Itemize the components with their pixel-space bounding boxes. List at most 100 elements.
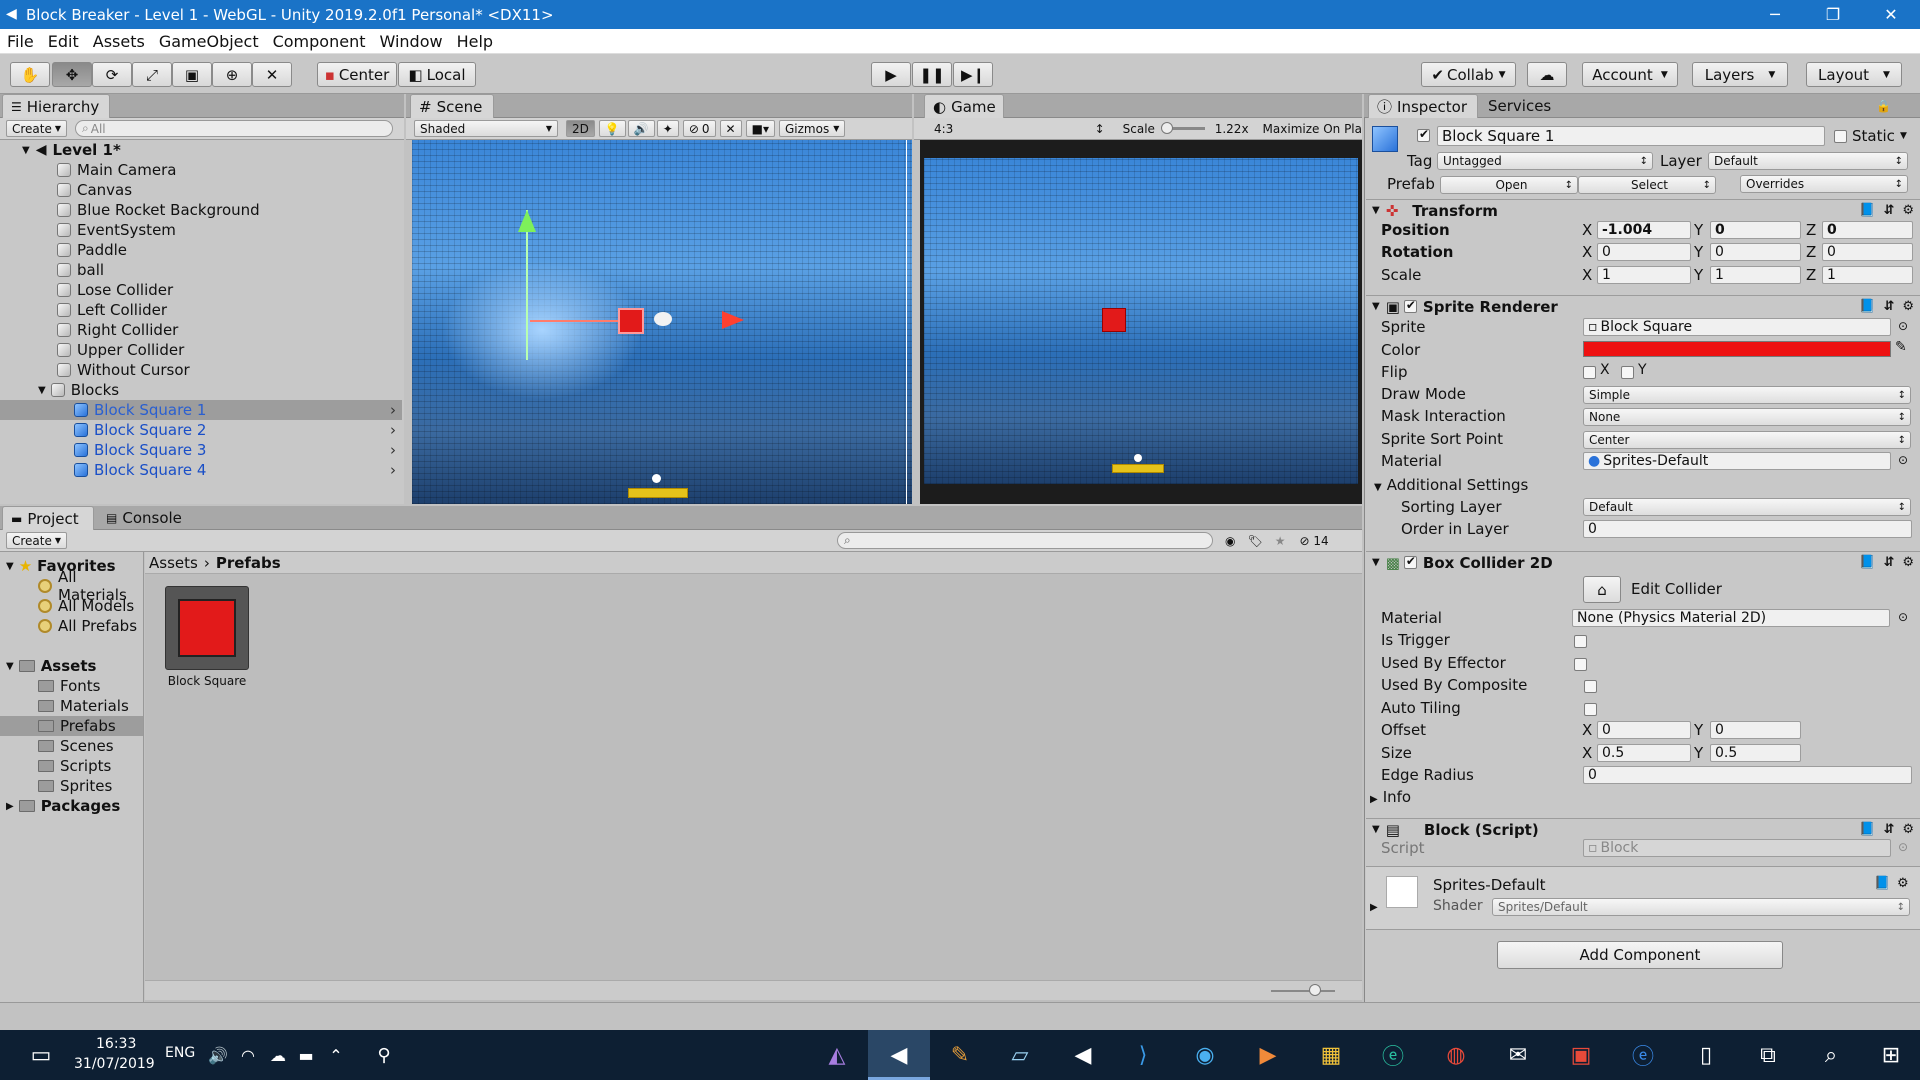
transform-tool-icon[interactable]: ⊕	[212, 62, 252, 87]
step-button[interactable]: ▶❙	[953, 62, 993, 87]
block-square-sprite[interactable]	[618, 308, 644, 334]
tools-toggle-icon[interactable]: ✕	[719, 120, 742, 137]
offset-x-field[interactable]: 0	[1597, 721, 1691, 739]
hierarchy-search-input[interactable]: ⌕ All	[75, 120, 394, 137]
tab-inspector[interactable]: ⓘ Inspector	[1368, 94, 1478, 118]
size-x-field[interactable]: 0.5	[1597, 744, 1691, 762]
language-indicator[interactable]: ENG	[165, 1045, 195, 1061]
menu-window[interactable]: Window	[372, 32, 449, 51]
list-item[interactable]: Right Collider	[0, 320, 402, 340]
gear-icon[interactable]: ⚙	[1902, 203, 1914, 218]
asset-thumbnail[interactable]	[165, 586, 249, 670]
prefab-open-button[interactable]: Open	[1440, 176, 1578, 194]
move-gizmo-y-axis[interactable]	[526, 210, 528, 360]
account-dropdown[interactable]: Account ▼	[1582, 62, 1678, 87]
tab-hierarchy[interactable]: ☰ Hierarchy	[2, 94, 110, 118]
battery-icon[interactable]: ▬	[291, 1040, 321, 1070]
scale-y-field[interactable]: 1	[1710, 266, 1801, 284]
transform-header[interactable]: ▼ ✜ Transform 📘 ⇵ ⚙	[1366, 199, 1920, 221]
chrome-icon[interactable]: ◍	[1441, 1040, 1471, 1070]
slider-thumb-icon[interactable]	[1309, 984, 1321, 996]
list-item[interactable]: Blue Rocket Background	[0, 200, 402, 220]
object-picker-icon[interactable]: ⊙	[1898, 453, 1908, 467]
gift-icon[interactable]: ▣	[1566, 1040, 1596, 1070]
sprite-field[interactable]: ▫ Block Square	[1583, 318, 1891, 336]
static-checkbox[interactable]	[1834, 130, 1847, 143]
list-item[interactable]: Paddle	[0, 240, 402, 260]
position-z-field[interactable]: 0	[1822, 221, 1913, 239]
gear-icon[interactable]: ⚙	[1902, 299, 1914, 314]
paint-icon[interactable]: ✎	[945, 1040, 975, 1070]
collab-dropdown[interactable]: ✔ Collab ▼	[1421, 62, 1516, 87]
list-item[interactable]: Block Square 4 ›	[0, 460, 402, 480]
prefab-select-button[interactable]: Select	[1578, 176, 1716, 194]
wifi-icon[interactable]: ◠	[233, 1040, 263, 1070]
gizmo-arrow-up-icon[interactable]	[518, 210, 536, 232]
vscode-icon[interactable]: ⟩	[1128, 1040, 1158, 1070]
gear-icon[interactable]: ⚙	[1902, 555, 1914, 570]
rotation-y-field[interactable]: 0	[1710, 243, 1801, 261]
list-item[interactable]: ball	[0, 260, 402, 280]
list-item[interactable]: Scenes	[38, 736, 114, 756]
notification-icon[interactable]: ▭	[26, 1040, 56, 1070]
layers-dropdown[interactable]: Layers ▼	[1692, 62, 1788, 87]
effects-toggle-icon[interactable]: ✦	[656, 120, 679, 137]
list-item[interactable]: All Models	[38, 596, 134, 616]
rect-tool-icon[interactable]: ▣	[172, 62, 212, 87]
gizmo-arrow-right-icon[interactable]	[722, 311, 744, 329]
help-book-icon[interactable]: 📘	[1859, 299, 1875, 314]
edge-icon[interactable]: ⓔ	[1628, 1040, 1658, 1070]
gear-icon[interactable]: ⚙	[1902, 822, 1914, 837]
lighting-toggle-icon[interactable]: 💡	[598, 120, 626, 137]
thumbnail-size-slider[interactable]	[1271, 990, 1335, 992]
rotate-tool-icon[interactable]: ⟳	[92, 62, 132, 87]
sorting-layer-dropdown[interactable]: Default	[1583, 498, 1911, 516]
sprite-renderer-header[interactable]: ▼ ▣ Sprite Renderer 📘⇵⚙	[1366, 295, 1920, 317]
edge-radius-field[interactable]: 0	[1583, 766, 1912, 784]
favorite-star-icon[interactable]: ★	[1275, 534, 1286, 548]
mask-interaction-dropdown[interactable]: None	[1583, 408, 1911, 426]
windows-start-icon[interactable]: ⊞	[1876, 1040, 1906, 1070]
list-item[interactable]: Canvas	[0, 180, 402, 200]
sprite-renderer-enabled-checkbox[interactable]	[1403, 298, 1417, 313]
notepad-icon[interactable]: ▱	[1005, 1040, 1035, 1070]
help-book-icon[interactable]: 📘	[1859, 203, 1875, 218]
position-y-field[interactable]: 0	[1710, 221, 1801, 239]
list-item[interactable]: EventSystem	[0, 220, 402, 240]
browser-icon[interactable]: ◉	[1190, 1040, 1220, 1070]
onedrive-icon[interactable]: ☁	[263, 1040, 293, 1070]
breadcrumb-prefabs[interactable]: Prefabs	[216, 554, 281, 572]
custom-tool-icon[interactable]: ✕	[252, 62, 292, 87]
block-script-header[interactable]: ▼ ▤ Block (Script) 📘 ⇵ ⚙	[1366, 818, 1920, 840]
pivot-center-button[interactable]: ▪ Center	[317, 62, 397, 87]
flip-y-checkbox[interactable]	[1621, 366, 1634, 379]
active-checkbox[interactable]	[1417, 127, 1430, 142]
app-e-icon[interactable]: ⓔ	[1378, 1040, 1408, 1070]
chevron-up-icon[interactable]: ⌃	[321, 1040, 351, 1070]
position-x-field[interactable]: -1.004	[1597, 221, 1691, 239]
menu-file[interactable]: File	[0, 32, 41, 51]
list-item-selected[interactable]: Prefabs	[0, 716, 143, 736]
mail-icon[interactable]: ✉	[1503, 1040, 1533, 1070]
tab-game[interactable]: ◐ Game	[924, 94, 1004, 118]
object-picker-icon[interactable]: ⊙	[1898, 610, 1908, 624]
lock-icon[interactable]: 🔒	[1876, 99, 1891, 113]
scale-slider[interactable]	[1160, 122, 1205, 134]
pause-button[interactable]: ❚❚	[912, 62, 952, 87]
chevron-down-icon[interactable]: ▼	[1900, 131, 1907, 141]
gear-icon[interactable]: ⚙	[1897, 876, 1909, 891]
list-item[interactable]: Block Square 2 ›	[0, 420, 402, 440]
auto-tiling-checkbox[interactable]	[1584, 703, 1597, 716]
box-collider-header[interactable]: ▼ ▩ Box Collider 2D 📘⇵⚙	[1366, 551, 1920, 573]
gizmos-dropdown[interactable]: Gizmos ▼	[778, 120, 846, 137]
people-icon[interactable]: ⚲	[369, 1040, 399, 1070]
used-by-composite-checkbox[interactable]	[1584, 680, 1597, 693]
preset-icon[interactable]: ⇵	[1883, 299, 1894, 314]
task-view-icon[interactable]: ⧉	[1753, 1040, 1783, 1070]
list-item[interactable]: Main Camera	[0, 160, 402, 180]
filter-type-icon[interactable]: ◉	[1225, 534, 1235, 548]
media-player-icon[interactable]: ▶	[1253, 1040, 1283, 1070]
list-item[interactable]: Left Collider	[0, 300, 402, 320]
is-trigger-checkbox[interactable]	[1574, 635, 1587, 648]
scene-row[interactable]: ▼ ◀ Level 1*	[0, 140, 402, 160]
